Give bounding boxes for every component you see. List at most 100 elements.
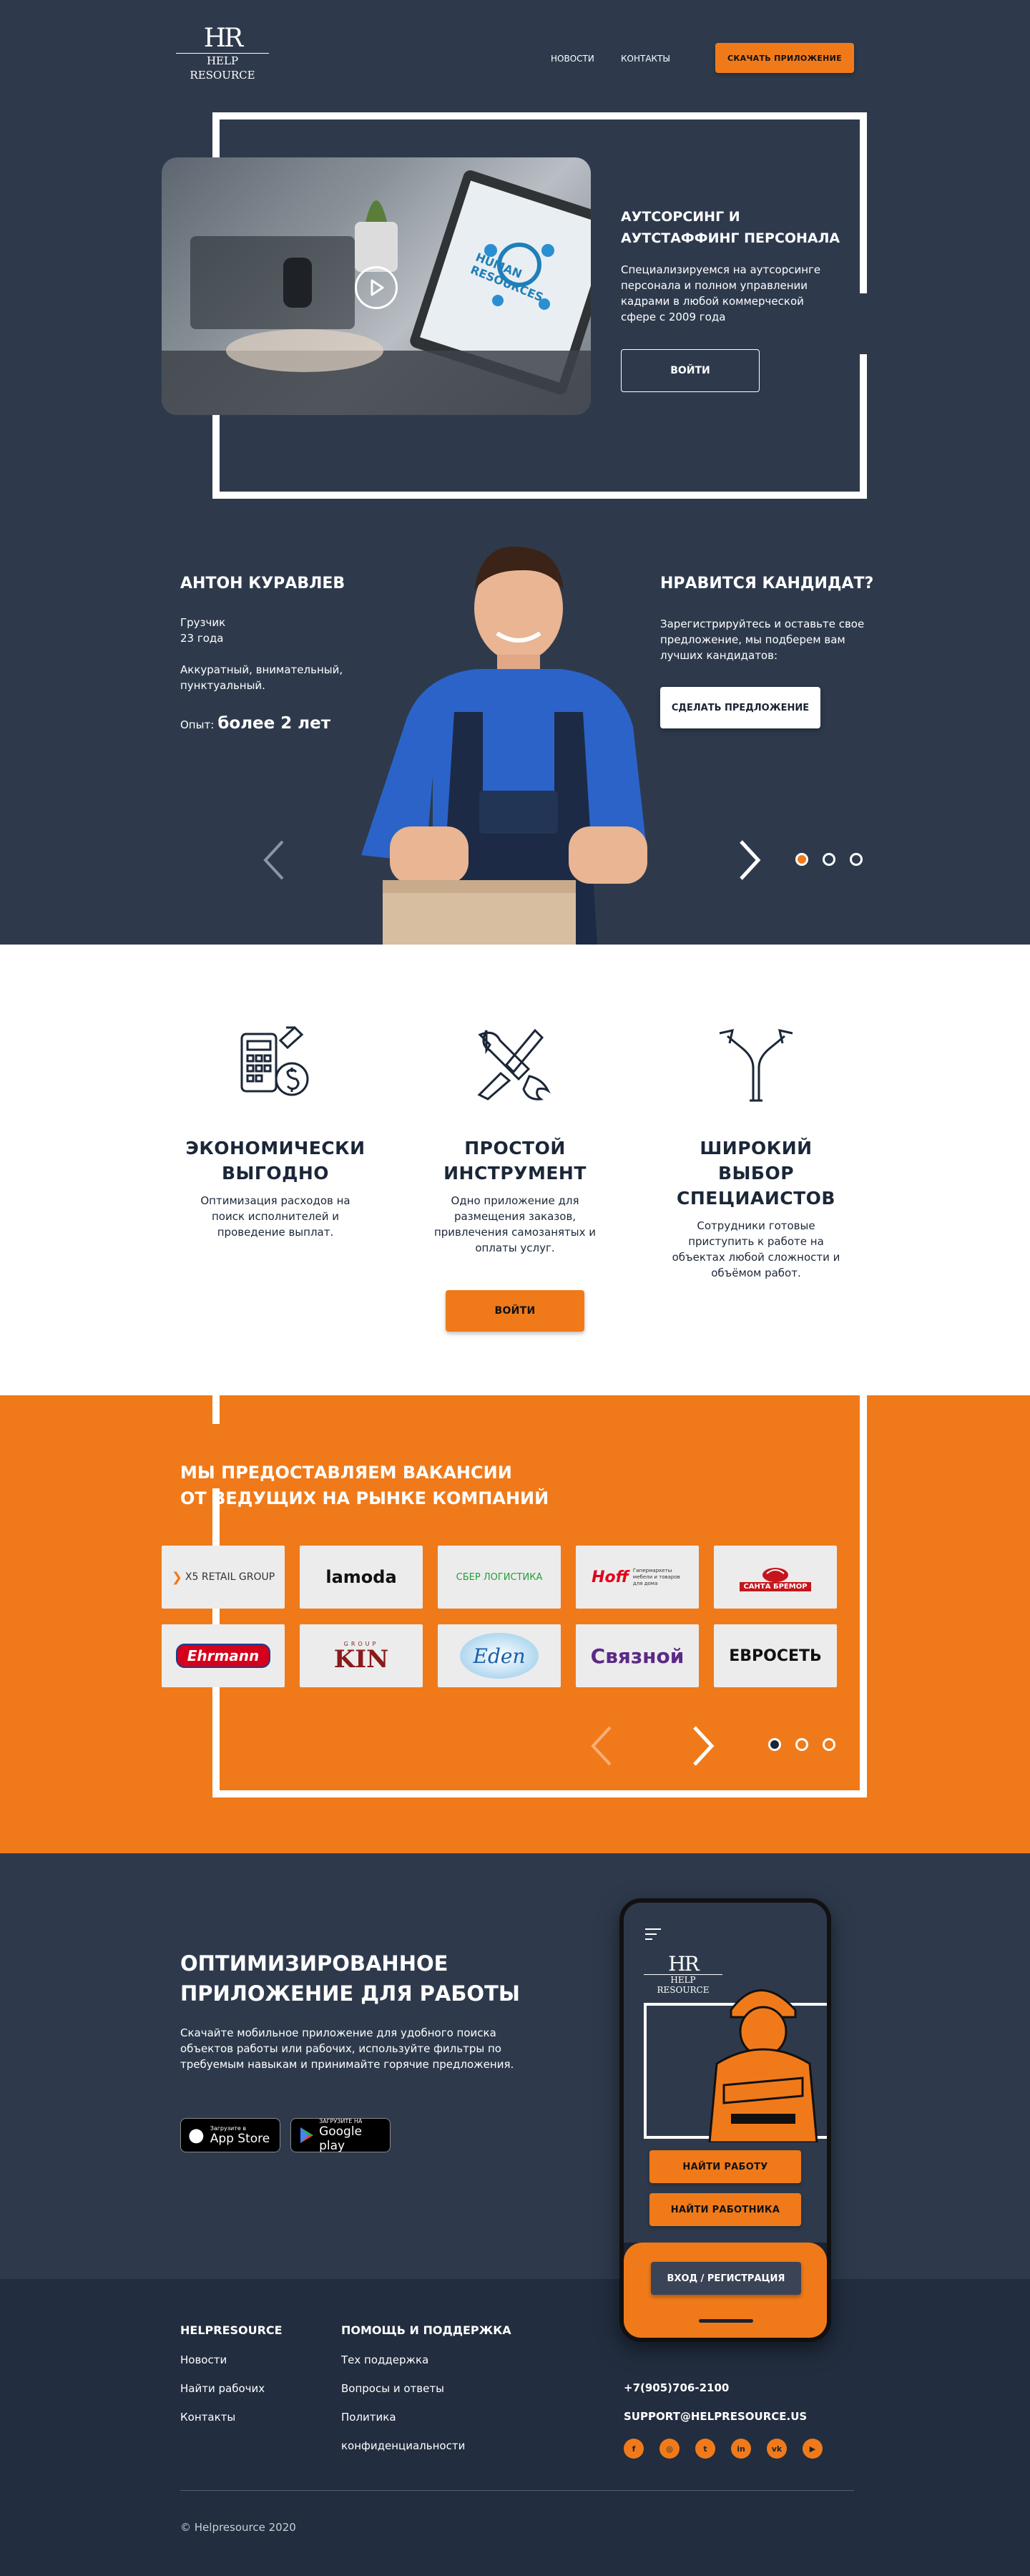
partner-logo-euroset[interactable]: ЕВРОСЕТЬ: [714, 1624, 837, 1687]
feature-3-title-line2: СПЕЦИАИСТОВ: [677, 1188, 835, 1209]
partners-slider-dots: [768, 1738, 835, 1751]
candidate-age: 23 года: [180, 632, 224, 645]
candidate-slider-dots: [795, 853, 863, 866]
phone-home-indicator: [699, 2319, 753, 2323]
phone-worker-illustration: [708, 1989, 818, 2142]
footer-link-support[interactable]: Тех поддержка: [341, 2353, 465, 2366]
feature-3: ШИРОКИЙ ВЫБОР СПЕЦИАИСТОВ Сотрудники гот…: [659, 1136, 853, 1281]
partner-logo-eden[interactable]: Eden: [438, 1624, 561, 1687]
download-app-button[interactable]: СКАЧАТЬ ПРИЛОЖЕНИЕ: [715, 43, 854, 73]
partners-title: МЫ ПРЕДОСТАВЛЯЕМ ВАКАНСИИ ОТ ВЕДУЩИХ НА …: [180, 1460, 549, 1511]
hero-title: АУТСОРСИНГ И АУТСТАФФИНГ ПЕРСОНАЛА: [621, 206, 840, 249]
find-worker-button[interactable]: НАЙТИ РАБОТНИКА: [649, 2193, 801, 2226]
partners-title-line1: МЫ ПРЕДОСТАВЛЯЕМ ВАКАНСИИ: [180, 1463, 512, 1483]
partner-logo-hoff[interactable]: Hoff Гипермаркеты мебели и товаров для д…: [576, 1546, 699, 1609]
feature-3-text: Сотрудники готовые приступить к работе н…: [672, 1219, 840, 1279]
partner-sber-text: СБЕР ЛОГИСТИКА: [456, 1571, 543, 1583]
appstore-big-text: App Store: [210, 2131, 270, 2146]
partner-logo-svyaznoy[interactable]: Связной: [576, 1624, 699, 1687]
footer-link-faq[interactable]: Вопросы и ответы: [341, 2382, 465, 2395]
play-icon[interactable]: [355, 266, 398, 309]
slider-next-arrow[interactable]: [737, 839, 762, 884]
partner-hoff-text: Hoff: [592, 1568, 629, 1586]
vk-icon[interactable]: vk: [767, 2439, 787, 2459]
hero-frame-left-top: [212, 112, 220, 159]
hero-login-button[interactable]: ВОЙТИ: [621, 349, 760, 392]
slider-dot-1[interactable]: [795, 853, 808, 866]
partners-next-arrow[interactable]: [690, 1724, 716, 1770]
footer-social: f ◎ t in vk ▶: [624, 2439, 823, 2459]
partners-dot-2[interactable]: [795, 1738, 808, 1751]
appstore-small-text: Загрузите в: [210, 2124, 247, 2132]
slider-dot-3[interactable]: [850, 853, 863, 866]
candidate-experience: Опыт: более 2 лет: [180, 714, 330, 733]
partner-logo-santa-bremor[interactable]: САНТА БРЕМОР: [714, 1546, 837, 1609]
partner-logo-x5[interactable]: ❯ X5 RETAIL GROUP: [162, 1546, 285, 1609]
slider-dot-2[interactable]: [823, 853, 835, 866]
partner-lamoda-text: lamoda: [325, 1567, 397, 1587]
linkedin-icon[interactable]: in: [731, 2439, 751, 2459]
app-text: Скачайте мобильное приложение для удобно…: [180, 2026, 514, 2071]
make-offer-button[interactable]: СДЕЛАТЬ ПРЕДЛОЖЕНИЕ: [660, 687, 820, 728]
footer-link-find-workers[interactable]: Найти рабочих: [180, 2382, 265, 2395]
footer-email[interactable]: SUPPORT@HELPRESOURCE.US: [624, 2410, 807, 2423]
google-play-button[interactable]: ЗАГРУЗИТЕ НА Google play: [290, 2118, 391, 2153]
experience-value: более 2 лет: [217, 714, 331, 733]
app-title: ОПТИМИЗИРОВАННОЕ ПРИЛОЖЕНИЕ ДЛЯ РАБОТЫ: [180, 1948, 520, 2009]
feature-2-title-line2: ИНСТРУМЕНТ: [443, 1163, 587, 1184]
twitter-icon[interactable]: t: [695, 2439, 715, 2459]
phone-mockup: HR HELP RESOURCE НАЙТИ РАБОТУ НАЙТИ РАБО…: [619, 1898, 831, 2342]
partners-prev-arrow[interactable]: [589, 1724, 614, 1770]
footer-link-news[interactable]: Новости: [180, 2353, 265, 2366]
login-register-button[interactable]: ВХОД / РЕГИСТРАЦИЯ: [651, 2262, 801, 2295]
footer-link-policy[interactable]: Политика: [341, 2411, 465, 2424]
phone-menu-icon[interactable]: [645, 1928, 661, 1940]
partners-section: МЫ ПРЕДОСТАВЛЯЕМ ВАКАНСИИ ОТ ВЕДУЩИХ НА …: [0, 1395, 1030, 1853]
youtube-icon[interactable]: ▶: [803, 2439, 823, 2459]
partner-kin-text: KIN: [333, 1644, 389, 1674]
footer-phone[interactable]: +7(905)706-2100: [624, 2381, 729, 2394]
partner-ehrmann-text: Ehrmann: [175, 1644, 271, 1668]
split-arrows-icon: [719, 1029, 793, 1102]
candidate-traits: Аккуратный, внимательный, пунктуальный.: [180, 663, 343, 692]
logo-mark: HR: [203, 24, 244, 53]
logo[interactable]: HR HELP RESOURCE: [176, 26, 269, 82]
facebook-icon[interactable]: f: [624, 2439, 644, 2459]
nav-news[interactable]: НОВОСТИ: [551, 54, 594, 64]
find-job-button[interactable]: НАЙТИ РАБОТУ: [649, 2150, 801, 2183]
partners-dot-1[interactable]: [768, 1738, 781, 1751]
partner-logo-sber[interactable]: СБЕР ЛОГИСТИКА: [438, 1546, 561, 1609]
candidate-role: Грузчик: [180, 616, 226, 629]
calculator-money-icon: [240, 1025, 309, 1096]
feature-1-title-line1: ЭКОНОМИЧЕСКИ: [185, 1138, 366, 1158]
features-section: ЭКОНОМИЧЕСКИ ВЫГОДНО Оптимизация расходо…: [0, 945, 1030, 1395]
footer-col2-title: ПОМОЩЬ И ПОДДЕРЖКА: [341, 2323, 511, 2337]
partner-logo-ehrmann[interactable]: Ehrmann: [162, 1624, 285, 1687]
apple-icon: ●: [188, 2124, 205, 2146]
nav-contacts[interactable]: КОНТАКТЫ: [621, 54, 670, 64]
tools-icon: [477, 1028, 551, 1101]
partner-svyaznoy-text: Связной: [590, 1644, 685, 1668]
gplay-big-text: Google play: [319, 2124, 363, 2153]
footer-link-contacts[interactable]: Контакты: [180, 2411, 265, 2424]
instagram-icon[interactable]: ◎: [659, 2439, 680, 2459]
hero-frame-right-gap: [860, 293, 868, 354]
offer-title: НРАВИТСЯ КАНДИДАТ?: [660, 575, 874, 592]
feature-2: ПРОСТОЙ ИНСТРУМЕНТ Одно приложение для р…: [418, 1136, 612, 1256]
footer-col1: Новости Найти рабочих Контакты: [180, 2353, 265, 2439]
features-login-button[interactable]: ВОЙТИ: [446, 1290, 584, 1332]
candidate-name: АНТОН КУРАВЛЕВ: [180, 575, 345, 592]
experience-label: Опыт:: [180, 718, 215, 731]
partner-logo-lamoda[interactable]: lamoda: [300, 1546, 423, 1609]
partner-logo-kin[interactable]: GROUP KIN: [300, 1624, 423, 1687]
partners-dot-3[interactable]: [823, 1738, 835, 1751]
slider-prev-arrow[interactable]: [261, 839, 287, 884]
hero-text: Специализируемся на аутсорсинге персонал…: [621, 263, 821, 323]
feature-1-title-line2: ВЫГОДНО: [221, 1163, 330, 1184]
footer-divider: [180, 2490, 854, 2491]
feature-3-title-line1: ШИРОКИЙ ВЫБОР: [700, 1138, 813, 1184]
app-store-button[interactable]: ● Загрузите в App Store: [180, 2118, 280, 2152]
hero-video[interactable]: HUMAN RESOURCES: [162, 157, 591, 415]
footer-link-privacy[interactable]: конфиденциальности: [341, 2439, 465, 2452]
footer: HELPRESOURCE Новости Найти рабочих Конта…: [0, 2279, 1030, 2576]
